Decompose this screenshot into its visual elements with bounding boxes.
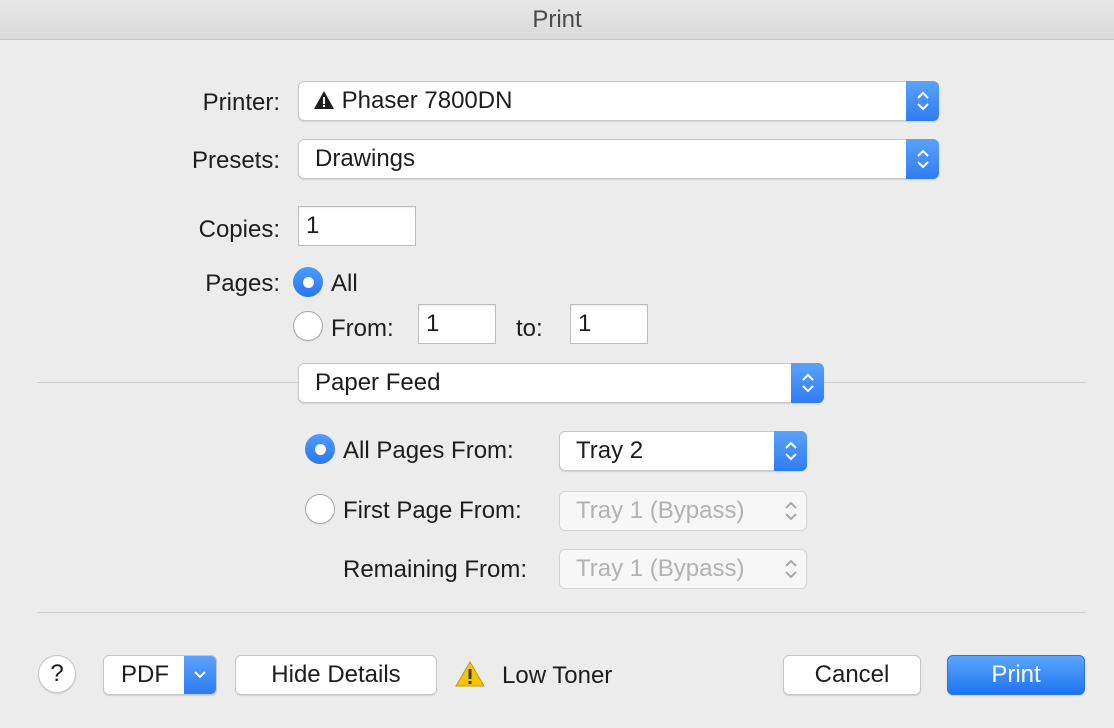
separator	[37, 382, 298, 383]
remaining-from-value: Tray 1 (Bypass)	[576, 555, 745, 582]
copies-input[interactable]	[299, 207, 415, 245]
hide-details-button[interactable]: Hide Details	[235, 655, 437, 695]
pages-from-field[interactable]	[418, 304, 496, 344]
all-pages-from-label: All Pages From:	[343, 437, 514, 464]
window-title: Print	[0, 0, 1114, 40]
status-text: Low Toner	[502, 662, 613, 689]
chevron-updown-icon	[791, 363, 824, 403]
chevron-updown-icon	[774, 549, 807, 589]
copies-field[interactable]	[298, 206, 416, 246]
all-pages-from-radio[interactable]	[305, 434, 335, 464]
pdf-label: PDF	[121, 661, 169, 688]
pages-from-label: From:	[331, 315, 394, 342]
section-value: Paper Feed	[315, 369, 441, 396]
pages-all-radio[interactable]	[293, 267, 323, 297]
pages-all-label: All	[331, 270, 358, 297]
pages-from-input[interactable]	[419, 305, 495, 343]
printer-popup[interactable]: Phaser 7800DN	[298, 81, 939, 121]
first-page-from-radio[interactable]	[305, 494, 335, 524]
pages-to-field[interactable]	[570, 304, 648, 344]
chevron-updown-icon	[774, 431, 807, 471]
copies-label: Copies:	[198, 216, 280, 243]
chevron-updown-icon	[774, 491, 807, 531]
chevron-updown-icon	[906, 81, 939, 121]
pages-from-radio[interactable]	[293, 311, 323, 341]
pages-label: Pages:	[205, 270, 280, 297]
separator	[37, 612, 1086, 613]
chevron-down-icon[interactable]	[184, 656, 216, 694]
separator	[824, 382, 1086, 383]
printer-value: Phaser 7800DN	[341, 87, 513, 114]
warning-icon	[314, 91, 334, 109]
chevron-updown-icon	[906, 139, 939, 179]
presets-popup[interactable]: Drawings	[298, 139, 939, 179]
all-pages-from-value: Tray 2	[576, 437, 644, 464]
first-page-from-popup[interactable]: Tray 1 (Bypass)	[559, 491, 807, 531]
all-pages-from-popup[interactable]: Tray 2	[559, 431, 807, 471]
first-page-from-value: Tray 1 (Bypass)	[576, 497, 745, 524]
printer-label: Printer:	[202, 89, 280, 116]
warning-icon	[455, 661, 485, 687]
pages-to-label: to:	[516, 315, 543, 342]
first-page-from-label: First Page From:	[343, 497, 522, 524]
remaining-from-label: Remaining From:	[343, 556, 528, 583]
help-button[interactable]: ?	[38, 655, 76, 693]
pages-to-input[interactable]	[571, 305, 647, 343]
print-button[interactable]: Print	[947, 655, 1085, 695]
presets-value: Drawings	[315, 145, 416, 172]
pdf-menu-button[interactable]: PDF	[103, 655, 217, 695]
cancel-button[interactable]: Cancel	[783, 655, 921, 695]
section-popup[interactable]: Paper Feed	[298, 363, 824, 403]
presets-label: Presets:	[191, 147, 280, 174]
remaining-from-popup[interactable]: Tray 1 (Bypass)	[559, 549, 807, 589]
